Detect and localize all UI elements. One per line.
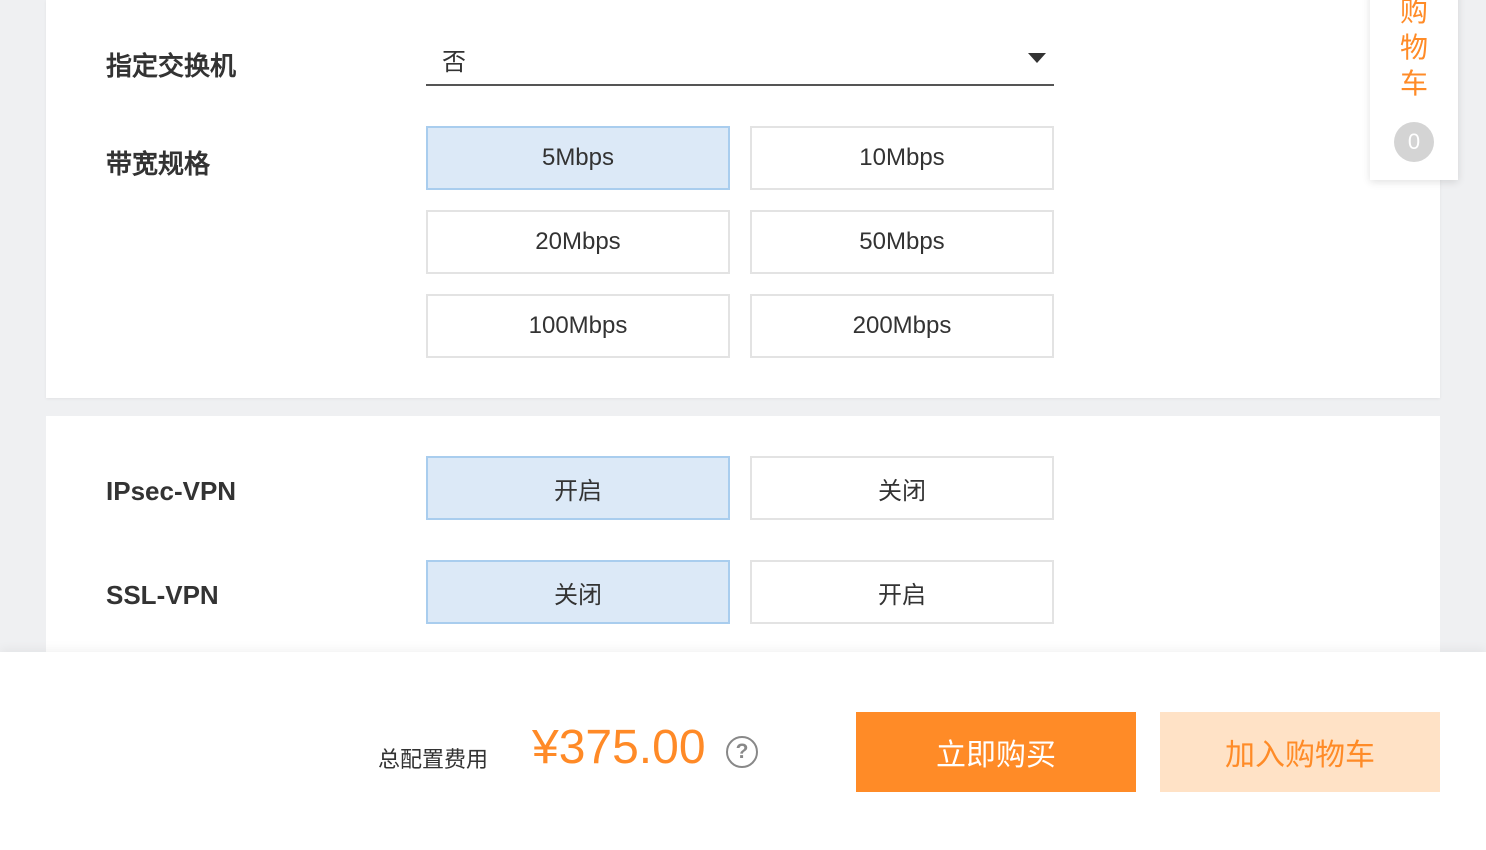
switch-select-value: 否 xyxy=(442,49,466,76)
config-card-vpn: IPsec-VPN 开启 关闭 SSL-VPN 关闭 开启 xyxy=(46,416,1440,676)
add-to-cart-button[interactable]: 加入购物车 xyxy=(1160,712,1440,792)
side-cart-label-char: 物 xyxy=(1399,32,1428,63)
bandwidth-option-10mbps[interactable]: 10Mbps xyxy=(750,126,1054,190)
question-circle-icon[interactable]: ? xyxy=(726,736,758,768)
buy-now-button[interactable]: 立即购买 xyxy=(856,712,1136,792)
bandwidth-option-5mbps[interactable]: 5Mbps xyxy=(426,126,730,190)
total-price: ¥375.00 xyxy=(532,721,706,774)
side-cart-label-char: 车 xyxy=(1399,68,1428,99)
side-cart-label: 购物车 xyxy=(1370,0,1458,102)
switch-select[interactable]: 否 xyxy=(426,34,1054,86)
bandwidth-option-50mbps[interactable]: 50Mbps xyxy=(750,210,1054,274)
ssl-vpn-label: SSL-VPN xyxy=(106,580,219,610)
bandwidth-option-20mbps[interactable]: 20Mbps xyxy=(426,210,730,274)
ipsec-option-on[interactable]: 开启 xyxy=(426,456,730,520)
total-cost-label: 总配置费用 xyxy=(378,747,489,772)
side-cart-label-char: 购 xyxy=(1399,0,1428,27)
cart-count-badge: 0 xyxy=(1394,122,1434,162)
ipsec-option-off[interactable]: 关闭 xyxy=(750,456,1054,520)
order-footer: 总配置费用 ¥375.00 ? 立即购买 加入购物车 xyxy=(0,652,1486,850)
bandwidth-option-100mbps[interactable]: 100Mbps xyxy=(426,294,730,358)
ssl-option-off[interactable]: 关闭 xyxy=(426,560,730,624)
side-cart-widget[interactable]: 购物车 0 xyxy=(1370,0,1458,180)
bandwidth-option-200mbps[interactable]: 200Mbps xyxy=(750,294,1054,358)
ipsec-vpn-label: IPsec-VPN xyxy=(106,476,237,506)
config-card-network: 指定交换机 否 带宽规格 5Mbps 10Mbps 20Mbps 50Mbps … xyxy=(46,0,1440,398)
caret-down-icon xyxy=(1028,53,1046,63)
switch-label: 指定交换机 xyxy=(106,51,237,81)
bandwidth-label: 带宽规格 xyxy=(106,149,211,179)
ssl-option-on[interactable]: 开启 xyxy=(750,560,1054,624)
